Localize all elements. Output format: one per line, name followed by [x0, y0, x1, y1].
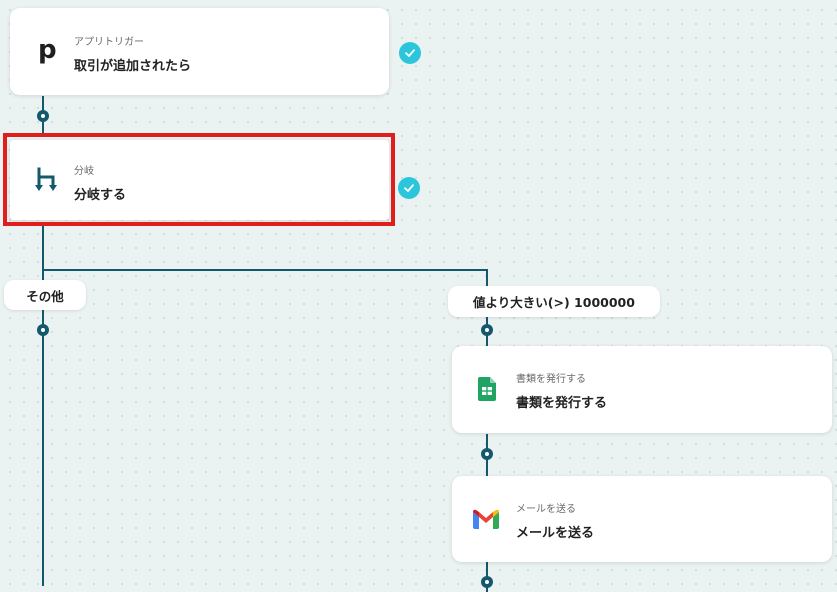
add-step-node[interactable]: [37, 324, 49, 336]
add-step-node[interactable]: [37, 110, 49, 122]
step-subtitle: 分岐: [74, 166, 94, 177]
step-title: メールを送る: [516, 526, 595, 541]
add-step-node[interactable]: [481, 576, 493, 588]
step-title: 取引が追加されたら: [74, 59, 192, 74]
step-subtitle: アプリトリガー: [74, 37, 144, 48]
issue-document-step-card[interactable]: 書類を発行する 書類を発行する: [452, 346, 832, 433]
add-step-node[interactable]: [481, 324, 493, 336]
gmail-icon: [472, 506, 500, 532]
step-title: 書類を発行する: [516, 396, 608, 411]
branch-label-other[interactable]: その他: [4, 280, 86, 310]
send-mail-step-card[interactable]: メールを送る メールを送る: [452, 476, 832, 562]
branch-icon: [32, 165, 62, 195]
google-sheets-icon: [474, 376, 500, 402]
svg-text:p: p: [38, 38, 57, 64]
check-icon: [399, 42, 421, 64]
add-step-node[interactable]: [481, 448, 493, 460]
branch-step-card[interactable]: 分岐 分岐する: [10, 140, 389, 220]
p-logo-icon: p: [32, 36, 62, 66]
step-subtitle: メールを送る: [516, 504, 576, 515]
connector-branch-split: [42, 269, 488, 271]
check-icon: [398, 177, 420, 199]
trigger-step-card[interactable]: p アプリトリガー 取引が追加されたら: [10, 8, 389, 95]
step-subtitle: 書類を発行する: [516, 374, 586, 385]
branch-label-condition[interactable]: 値より大きい(>) 1000000: [448, 286, 660, 317]
step-title: 分岐する: [74, 188, 127, 203]
